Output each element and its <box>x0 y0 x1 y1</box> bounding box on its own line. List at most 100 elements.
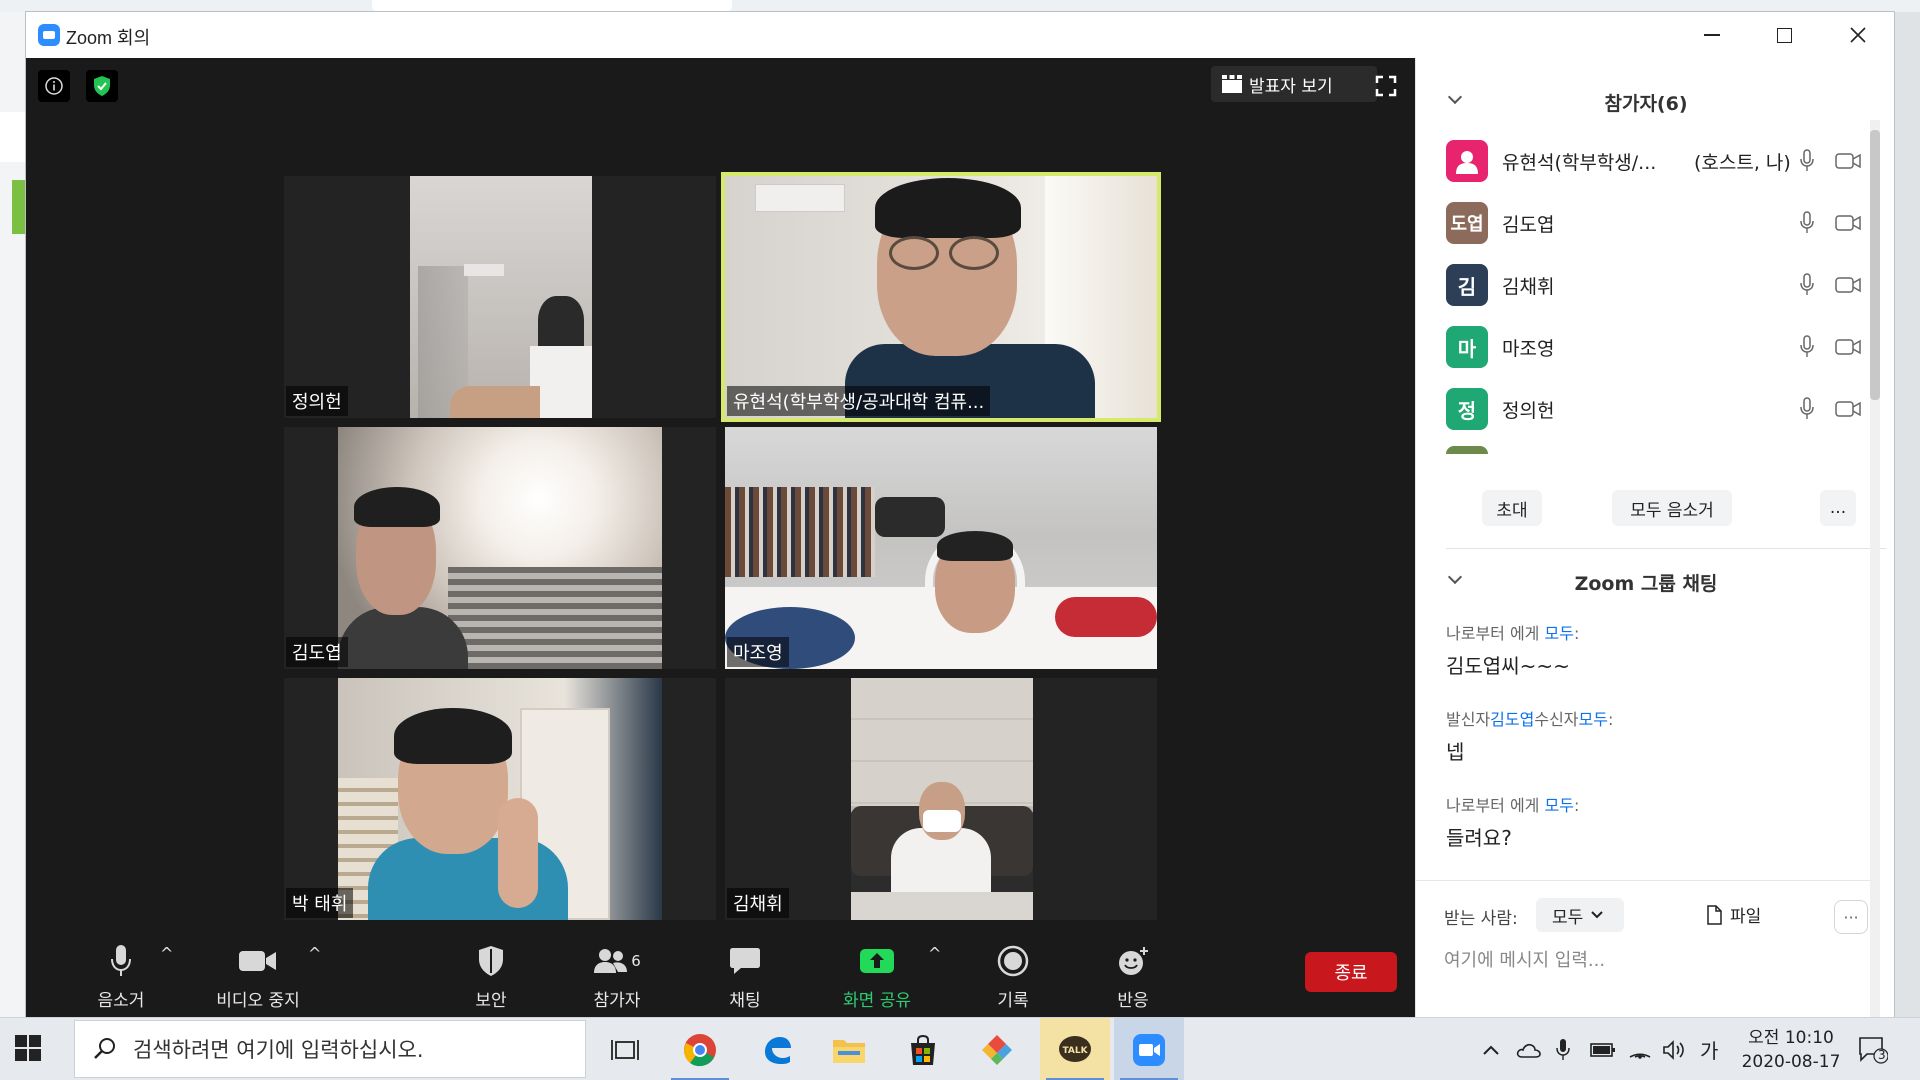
microphone-icon[interactable] <box>1796 148 1818 174</box>
record-button[interactable]: 기록 <box>968 938 1058 1017</box>
participant-name-label: 마조영 <box>727 637 789 667</box>
onedrive-tray-icon[interactable] <box>1516 1018 1542 1080</box>
chat-more-button[interactable]: ··· <box>1834 900 1868 934</box>
collapse-chevron-icon[interactable] <box>1447 569 1463 585</box>
video-camera-icon[interactable] <box>1834 148 1862 174</box>
mute-all-button[interactable]: 모두 음소거 <box>1612 490 1732 526</box>
participant-row[interactable]: 정 정의헌 <box>1416 384 1876 434</box>
participant-list: 유현석(학부학생/... (호스트, 나) 도엽 김도엽 김 김채휘 마 마조영 <box>1416 136 1876 456</box>
windows-logo-icon <box>15 1035 41 1061</box>
participant-row[interactable]: 김 김채휘 <box>1416 260 1876 310</box>
participants-more-button[interactable]: ... <box>1820 490 1856 526</box>
background-accent <box>12 180 26 234</box>
store-taskbar-icon[interactable] <box>888 1018 958 1080</box>
video-camera-icon[interactable] <box>1834 272 1862 298</box>
meeting-info-button[interactable] <box>38 70 70 102</box>
collapse-chevron-icon[interactable] <box>1447 89 1463 105</box>
participants-button[interactable]: 6 참가자 <box>572 938 662 1017</box>
video-tile-active-speaker[interactable]: 유현석(학부학생/공과대학 컴퓨... <box>721 172 1161 422</box>
microphone-icon[interactable] <box>1796 210 1818 236</box>
search-icon <box>94 1038 115 1059</box>
input-method-indicator[interactable]: 가 <box>1700 1018 1718 1080</box>
stop-video-label: 비디오 중지 <box>216 991 300 1011</box>
zoom-taskbar-icon[interactable] <box>1114 1018 1184 1080</box>
chat-meta-text: 수신자 <box>1534 710 1579 729</box>
video-feed <box>725 427 1157 669</box>
video-camera-icon[interactable] <box>1834 396 1862 422</box>
title-bar: Zoom 회의 <box>26 12 1894 58</box>
share-screen-button[interactable]: 화면 공유 <box>822 938 932 1017</box>
start-button[interactable] <box>14 1034 44 1064</box>
participant-row[interactable]: 마 마조영 <box>1416 322 1876 372</box>
video-tile[interactable]: 정의헌 <box>284 176 716 418</box>
chat-meta-text: 나로부터 에게 <box>1446 624 1545 643</box>
chat-message-input[interactable]: 여기에 메시지 입력... <box>1444 946 1605 972</box>
speaker-view-button[interactable]: 발표자 보기 <box>1211 66 1377 102</box>
microphone-icon[interactable] <box>1796 272 1818 298</box>
mute-button[interactable]: 음소거 <box>76 938 166 1017</box>
participant-name: 유현석(학부학생/... <box>1502 151 1657 174</box>
panel-divider <box>1446 548 1886 549</box>
video-camera-icon[interactable] <box>1834 210 1862 236</box>
participants-panel-title: 참가자(6) <box>1604 92 1688 115</box>
taskbar-search-box[interactable]: 검색하려면 여기에 입력하십시오. <box>74 1020 586 1078</box>
task-view-button[interactable] <box>590 1018 660 1080</box>
video-tile[interactable]: 김도엽 <box>284 427 716 669</box>
invite-button[interactable]: 초대 <box>1482 490 1542 526</box>
microphone-icon[interactable] <box>1796 334 1818 360</box>
participants-panel-header[interactable]: 참가자(6) <box>1416 82 1876 122</box>
encryption-status-button[interactable] <box>86 70 118 102</box>
participant-row[interactable]: 도엽 김도엽 <box>1416 198 1876 248</box>
chat-recipient-row: 받는 사람: 모두 파일 ··· <box>1416 896 1876 936</box>
avatar: 김 <box>1446 264 1488 306</box>
microphone-tray-icon[interactable] <box>1556 1018 1570 1080</box>
recipient-value: 모두 <box>1552 907 1584 928</box>
participant-role: (호스트, 나) <box>1694 151 1791 174</box>
chat-recipient-link[interactable]: 모두 <box>1545 624 1574 643</box>
wifi-tray-icon[interactable] <box>1628 1018 1652 1080</box>
video-camera-icon[interactable] <box>1834 334 1862 360</box>
show-hidden-icons-button[interactable] <box>1482 1018 1500 1080</box>
video-tile[interactable]: 김채휘 <box>725 678 1157 920</box>
kakaotalk-taskbar-icon[interactable]: TALK <box>1040 1018 1110 1080</box>
chat-recipient-link[interactable]: 모두 <box>1579 710 1608 729</box>
end-meeting-button[interactable]: 종료 <box>1305 952 1397 992</box>
stop-video-button[interactable]: 비디오 중지 <box>188 938 328 1017</box>
maximize-button[interactable] <box>1748 12 1820 58</box>
volume-tray-icon[interactable] <box>1662 1018 1686 1080</box>
zoom-meeting-window: Zoom 회의 발표자 보기 정의헌 유현석(학부학생/공과대학 컴퓨... 김… <box>26 12 1894 1017</box>
chat-panel-title: Zoom 그룹 채팅 <box>1574 572 1718 595</box>
chat-sender-link[interactable]: 김도엽 <box>1490 710 1534 729</box>
chat-panel-header[interactable]: Zoom 그룹 채팅 <box>1416 562 1876 602</box>
battery-tray-icon[interactable] <box>1590 1018 1616 1080</box>
notification-count: 3 <box>1878 1048 1886 1062</box>
share-options-caret-icon[interactable]: ^ <box>928 944 941 963</box>
edge-taskbar-icon[interactable] <box>742 1018 812 1080</box>
background-window-edge <box>0 12 26 1017</box>
action-center-button[interactable]: 3 <box>1858 1018 1888 1080</box>
video-tile[interactable]: 마조영 <box>725 427 1157 669</box>
avatar-partial <box>1446 446 1488 454</box>
chrome-taskbar-icon[interactable] <box>665 1018 735 1080</box>
fullscreen-button[interactable] <box>1370 70 1402 102</box>
panel-scrollbar[interactable] <box>1870 120 1880 1020</box>
recipient-select[interactable]: 모두 <box>1536 898 1624 932</box>
chat-button[interactable]: 채팅 <box>700 938 790 1017</box>
close-button[interactable] <box>1822 12 1894 58</box>
video-tile[interactable]: 박 태휘 <box>284 678 716 920</box>
microphone-icon[interactable] <box>1796 396 1818 422</box>
video-feed <box>410 176 592 418</box>
taskbar-clock[interactable]: 오전 10:10 2020-08-17 <box>1736 1026 1846 1074</box>
file-button[interactable]: 파일 <box>1706 902 1761 927</box>
video-options-caret-icon[interactable]: ^ <box>308 944 321 963</box>
scrollbar-thumb[interactable] <box>1870 130 1880 400</box>
chat-recipient-link[interactable]: 모두 <box>1545 796 1574 815</box>
photos-taskbar-icon[interactable] <box>962 1018 1032 1080</box>
participant-row[interactable]: 유현석(학부학생/... (호스트, 나) <box>1416 136 1876 186</box>
security-button[interactable]: 보안 <box>446 938 536 1017</box>
reactions-button[interactable]: 반응 <box>1088 938 1178 1017</box>
participant-name-label: 김도엽 <box>286 637 348 667</box>
minimize-button[interactable] <box>1676 12 1748 58</box>
audio-options-caret-icon[interactable]: ^ <box>160 944 173 963</box>
file-explorer-taskbar-icon[interactable] <box>814 1018 884 1080</box>
